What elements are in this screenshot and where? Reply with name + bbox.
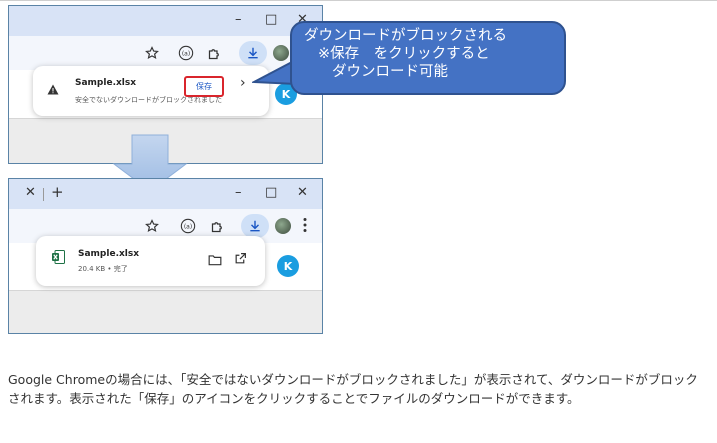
file-name: Sample.xlsx [75, 78, 137, 88]
browser-screenshot-complete: ✕ + – □ ✕ (a) Sample.xlsx 20.4 KB • 完了 K [8, 178, 323, 334]
tab-divider [43, 188, 44, 201]
title-bar: – □ ✕ [9, 6, 322, 36]
star-icon[interactable] [143, 217, 161, 235]
maximize-button[interactable]: □ [265, 12, 277, 27]
profile-icon[interactable] [275, 218, 291, 234]
avatar[interactable]: K [277, 255, 299, 277]
save-button[interactable]: 保存 [184, 76, 224, 97]
caption-text: Google Chromeの場合には、「安全ではないダウンロードがブロックされま… [8, 371, 698, 406]
maximize-button[interactable]: □ [265, 185, 277, 200]
folder-icon[interactable] [208, 251, 222, 270]
reader-icon[interactable]: (a) [179, 217, 197, 235]
download-status: 20.4 KB • 完了 [78, 265, 128, 273]
callout-line1: ダウンロードがブロックされる [304, 28, 507, 44]
top-divider [0, 0, 717, 1]
svg-text:(a): (a) [184, 223, 192, 230]
warning-icon [47, 80, 59, 99]
close-button[interactable]: ✕ [297, 185, 308, 200]
open-external-icon[interactable] [234, 250, 247, 269]
download-bubble: Sample.xlsx 安全でないダウンロードがブロックされました 保存 › [33, 66, 269, 116]
new-tab-button[interactable]: + [51, 183, 64, 201]
callout-line2: ※保存 をクリックすると [318, 46, 490, 62]
excel-file-icon [52, 249, 65, 268]
more-icon[interactable] [303, 217, 307, 235]
annotation-callout: ダウンロードがブロックされる ※保存 をクリックすると ダウンロード可能 [290, 21, 566, 95]
minimize-button[interactable]: – [235, 185, 242, 200]
minimize-button[interactable]: – [235, 12, 242, 27]
callout-line3: ダウンロード可能 [332, 64, 448, 80]
star-icon[interactable] [143, 44, 161, 62]
tab-close-button[interactable]: ✕ [25, 185, 36, 200]
extension-icon[interactable] [208, 217, 226, 235]
extension-icon[interactable] [205, 44, 223, 62]
download-icon[interactable] [241, 214, 269, 238]
file-name: Sample.xlsx [78, 249, 140, 259]
download-bubble: Sample.xlsx 20.4 KB • 完了 [36, 236, 265, 286]
title-bar: ✕ + – □ ✕ [9, 179, 322, 209]
chevron-right-icon[interactable]: › [240, 75, 246, 91]
svg-text:(a): (a) [182, 50, 190, 57]
reader-icon[interactable]: (a) [177, 44, 195, 62]
